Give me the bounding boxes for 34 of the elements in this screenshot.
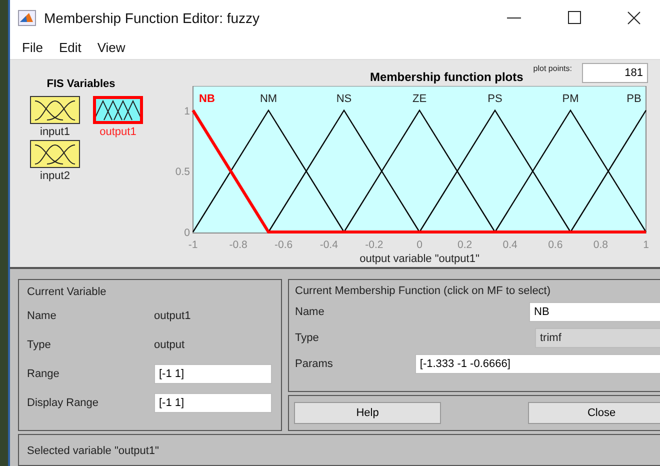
axis-tick-label: 0.8 — [593, 239, 608, 251]
axis-tick-label: 0 — [416, 239, 422, 251]
axis-label: output variable "output1" — [360, 253, 480, 265]
field-value: output1 — [154, 310, 191, 322]
variable-label: output1 — [100, 126, 136, 138]
field-label: Name — [27, 310, 58, 322]
field-label: Display Range — [27, 397, 100, 409]
axis-tick-label: -0.2 — [365, 239, 384, 251]
window-title: Membership Function Editor: fuzzy — [44, 10, 261, 26]
field-label: Params — [295, 358, 333, 370]
axis-tick-label: 0.5 — [175, 166, 190, 178]
field-label: Type — [27, 339, 52, 351]
axis-tick-label: -0.6 — [274, 239, 293, 251]
axis-tick-label: 0.4 — [502, 239, 518, 251]
axis-tick-label: 0.2 — [458, 239, 472, 251]
axis-tick-label: 0.6 — [548, 239, 563, 251]
field-label: Range — [27, 368, 60, 380]
axis-tick-label: 0 — [184, 227, 190, 239]
axis-tick-label: -0.8 — [229, 239, 248, 251]
field-label: Name — [295, 306, 326, 318]
axis-tick-label: 1 — [184, 105, 190, 118]
axis-tick-label: 1 — [643, 239, 649, 251]
field-value: output — [154, 339, 185, 351]
axis-tick-label: -1 — [188, 239, 198, 251]
variable-label: input2 — [40, 170, 70, 182]
variable-label: input1 — [40, 126, 70, 138]
panel-title: Current Membership Function (click on MF to select) — [295, 285, 552, 297]
axis-tick-label: -0.4 — [320, 239, 338, 251]
chart-title: Membership function plots — [370, 70, 524, 84]
field-label: Type — [295, 332, 320, 344]
panel-title: Current Variable — [27, 286, 108, 298]
section-title: FIS Variables — [46, 78, 116, 90]
field-label: plot points: — [533, 64, 572, 73]
status-text: Selected variable "output1" — [27, 445, 159, 457]
